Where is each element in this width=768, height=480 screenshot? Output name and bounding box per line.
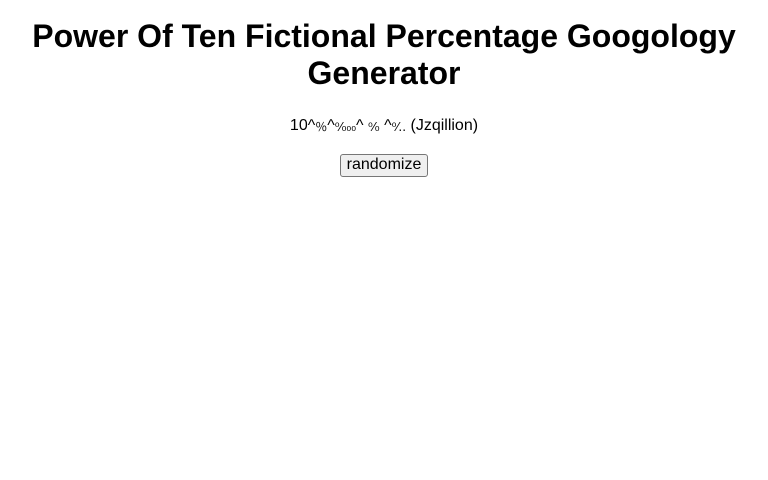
number-name: (Jzqillion) <box>410 117 479 134</box>
expression-term-4: ⁰⁄.. <box>391 120 407 134</box>
page-title: Power Of Ten Fictional Percentage Googol… <box>32 18 736 91</box>
expression-term-3: ⁰⁄₀ <box>367 120 380 134</box>
page: Power Of Ten Fictional Percentage Googol… <box>0 0 768 480</box>
controls: randomize <box>0 154 768 177</box>
randomize-button[interactable]: randomize <box>339 154 429 177</box>
expression-caret-3: ^ <box>384 117 392 134</box>
expression-term-1: ％ <box>315 120 328 134</box>
expression-base: 10^ <box>289 117 316 134</box>
expression-caret-1: ^ <box>327 117 335 134</box>
expression-term-2: ⁰⁄₀₀₀ <box>334 120 357 134</box>
expression-caret-2: ^ <box>356 117 364 134</box>
number-expression: 10^％^⁰⁄₀₀₀^ ⁰⁄₀ ^⁰⁄.. (Jzqillion) <box>0 116 768 136</box>
